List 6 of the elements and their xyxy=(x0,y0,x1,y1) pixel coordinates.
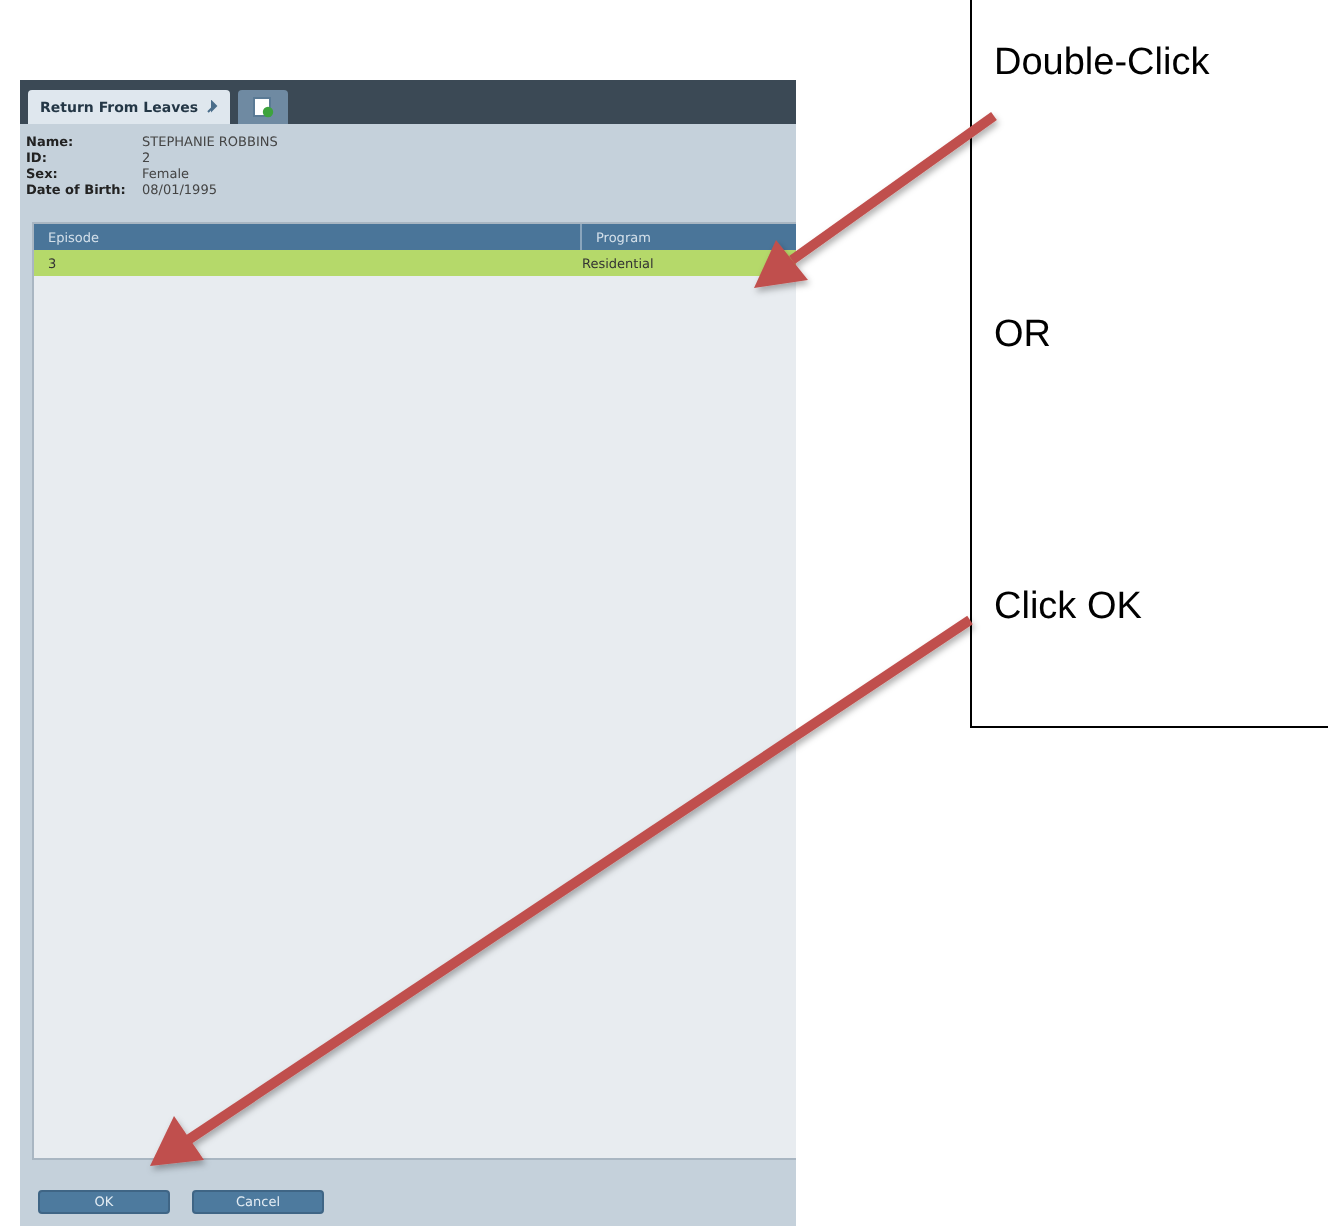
pin-icon xyxy=(206,100,219,114)
callout-text: Click OK xyxy=(994,586,1142,630)
new-tab[interactable] xyxy=(238,90,289,124)
document-plus-icon xyxy=(252,96,275,118)
callout-text: Double-Click xyxy=(994,42,1210,86)
callout-text: OR xyxy=(994,314,1051,358)
